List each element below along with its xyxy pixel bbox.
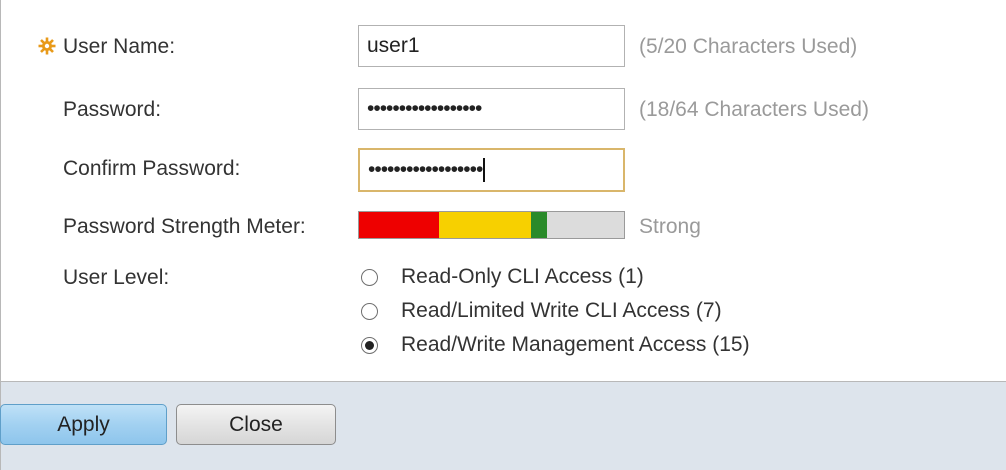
password-strength-meter bbox=[358, 211, 625, 239]
radio-read-only[interactable]: Read-Only CLI Access (1) bbox=[358, 265, 644, 289]
radio-button[interactable] bbox=[361, 302, 378, 320]
strength-segment-3 bbox=[547, 212, 624, 238]
radio-read-write[interactable]: Read/Write Management Access (15) bbox=[358, 333, 750, 357]
strength-segment-1 bbox=[438, 212, 532, 238]
radio-button[interactable] bbox=[361, 336, 378, 354]
radio-label: Read/Write Management Access (15) bbox=[401, 333, 750, 356]
radio-limited-write[interactable]: Read/Limited Write CLI Access (7) bbox=[358, 299, 722, 323]
strength-segment-2 bbox=[531, 212, 548, 238]
radio-label: Read/Limited Write CLI Access (7) bbox=[401, 299, 722, 322]
username-input[interactable] bbox=[358, 25, 625, 67]
strength-meter-label: Password Strength Meter: bbox=[63, 215, 306, 238]
text-caret bbox=[483, 158, 486, 183]
username-label: User Name: bbox=[63, 35, 176, 58]
strength-result: Strong bbox=[639, 215, 701, 238]
password-hint: (18/64 Characters Used) bbox=[639, 98, 869, 121]
password-label: Password: bbox=[63, 98, 162, 121]
required-gear-icon bbox=[38, 37, 56, 55]
radio-label: Read-Only CLI Access (1) bbox=[401, 265, 644, 288]
strength-segment-0 bbox=[359, 212, 439, 238]
confirm-password-label: Confirm Password: bbox=[63, 157, 241, 180]
apply-button[interactable]: Apply bbox=[0, 404, 167, 445]
confirm-password-input[interactable]: •••••••••••••••••• bbox=[358, 148, 625, 192]
user-account-form: User Name: (5/20 Characters Used) Passwo… bbox=[0, 0, 1006, 381]
password-value: •••••••••••••••••• bbox=[367, 97, 482, 120]
password-input[interactable]: •••••••••••••••••• bbox=[358, 88, 625, 130]
radio-button[interactable] bbox=[361, 268, 378, 286]
user-level-label: User Level: bbox=[63, 266, 170, 289]
close-button[interactable]: Close bbox=[176, 404, 336, 445]
confirm-password-value: •••••••••••••••••• bbox=[368, 158, 483, 181]
username-hint: (5/20 Characters Used) bbox=[639, 35, 858, 58]
